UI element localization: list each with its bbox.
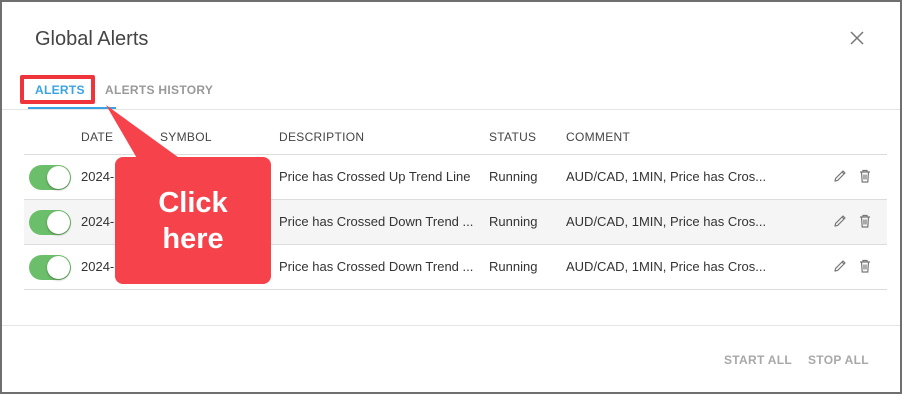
cell-date: 2024- [81,259,115,274]
cell-comment: AUD/CAD, 1MIN, Price has Cros... [566,169,767,184]
pencil-icon[interactable] [832,258,848,274]
cell-comment: AUD/CAD, 1MIN, Price has Cros... [566,259,767,274]
trash-icon[interactable] [857,168,873,184]
start-all-button[interactable]: START ALL [724,353,792,367]
cell-status: Running [489,169,538,184]
callout-line-1: Click [158,186,228,219]
column-header-status[interactable]: STATUS [489,130,536,144]
alert-toggle[interactable] [29,210,71,235]
cell-comment: AUD/CAD, 1MIN, Price has Cros... [566,214,767,229]
cell-description: Price has Crossed Down Trend ... [279,259,474,274]
close-icon[interactable] [846,27,868,49]
stop-all-button[interactable]: STOP ALL [808,353,869,367]
tab-highlight-annotation [20,75,95,104]
alert-toggle[interactable] [29,165,71,190]
cell-description: Price has Crossed Up Trend Line [279,169,471,184]
cell-date: 2024- [81,214,115,229]
global-alerts-dialog: Global Alerts ALERTS ALERTS HISTORY DATE… [0,0,902,394]
click-here-callout: Click here [115,157,271,284]
footer-divider [2,325,900,326]
tab-alerts-history[interactable]: ALERTS HISTORY [105,83,213,97]
alert-toggle[interactable] [29,255,71,280]
tabs-divider [2,109,900,110]
column-header-symbol[interactable]: SYMBOL [160,130,212,144]
cell-status: Running [489,214,538,229]
pencil-icon[interactable] [832,213,848,229]
cell-date: 2024- [81,169,115,184]
tab-bar: ALERTS ALERTS HISTORY [24,77,882,111]
callout-line-2: here [162,222,224,255]
trash-icon[interactable] [857,213,873,229]
column-header-comment[interactable]: COMMENT [566,130,630,144]
trash-icon[interactable] [857,258,873,274]
cell-status: Running [489,259,538,274]
column-header-description[interactable]: DESCRIPTION [279,130,364,144]
dialog-title: Global Alerts [35,28,149,50]
pencil-icon[interactable] [832,168,848,184]
column-header-date[interactable]: DATE [81,130,113,144]
table-header: DATE SYMBOL DESCRIPTION STATUS COMMENT [24,122,887,155]
cell-description: Price has Crossed Down Trend ... [279,214,474,229]
